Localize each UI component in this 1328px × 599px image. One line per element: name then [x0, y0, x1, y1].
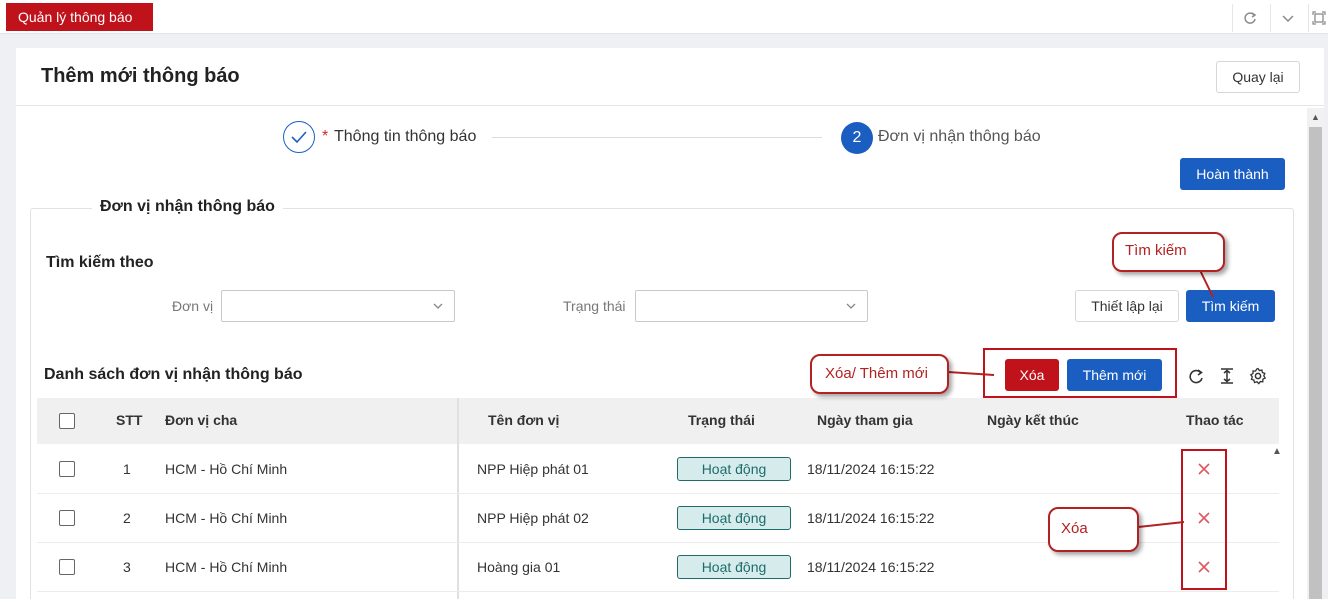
delete-callout-pointer [1137, 521, 1185, 528]
delete-callout: Xóa [1048, 507, 1139, 552]
delete-add-callout-pointer [947, 371, 995, 376]
delete-add-callout: Xóa/ Thêm mới [810, 354, 949, 394]
search-callout: Tìm kiếm [1112, 232, 1225, 272]
